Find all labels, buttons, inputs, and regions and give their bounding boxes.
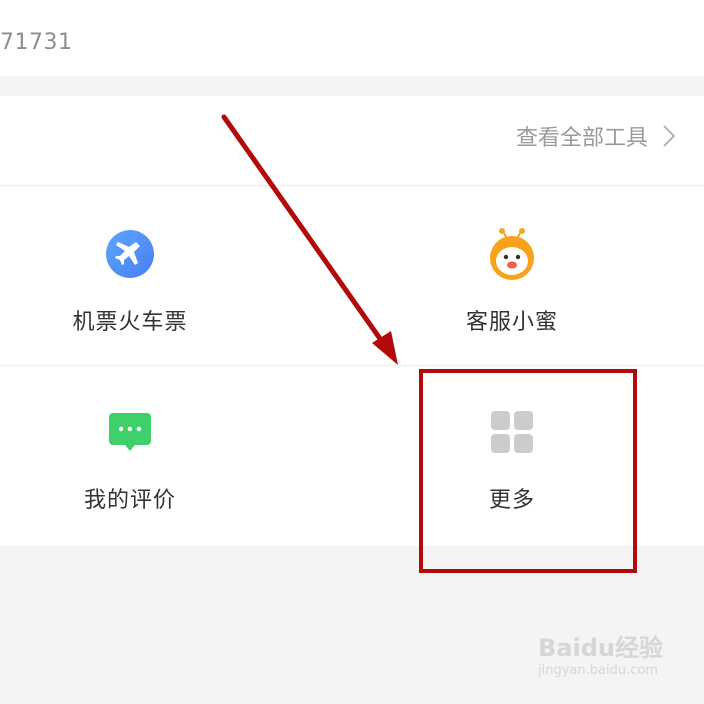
watermark-url: jingyan.baidu.com <box>538 663 658 678</box>
plane-icon <box>102 226 158 282</box>
tool-customer-service[interactable]: 客服小蜜 <box>382 226 642 376</box>
view-all-tools-link[interactable]: 查看全部工具 <box>516 120 676 152</box>
chat-bubble-icon <box>102 404 158 460</box>
watermark-brand: Baidu经验 <box>538 634 663 662</box>
divider <box>0 185 704 186</box>
order-number-text: 71731 <box>0 30 73 55</box>
baidu-watermark: Baidu经验 jingyan.baidu.com <box>538 628 678 688</box>
view-all-tools-label: 查看全部工具 <box>515 126 648 151</box>
tool-label: 我的评价 <box>83 488 176 513</box>
page: 71731 查看全部工具 机票火车票 客服小蜜 我的评价 更多 Baidu经验 … <box>0 0 704 704</box>
bee-mascot-icon <box>484 226 540 282</box>
tool-flight-train[interactable]: 机票火车票 <box>0 226 260 376</box>
chevron-right-icon <box>663 125 676 147</box>
highlight-box <box>419 369 637 573</box>
tool-my-reviews[interactable]: 我的评价 <box>0 404 260 554</box>
order-number-bar: 71731 <box>0 0 704 76</box>
tool-label: 机票火车票 <box>72 310 188 335</box>
tool-label: 客服小蜜 <box>465 310 558 335</box>
